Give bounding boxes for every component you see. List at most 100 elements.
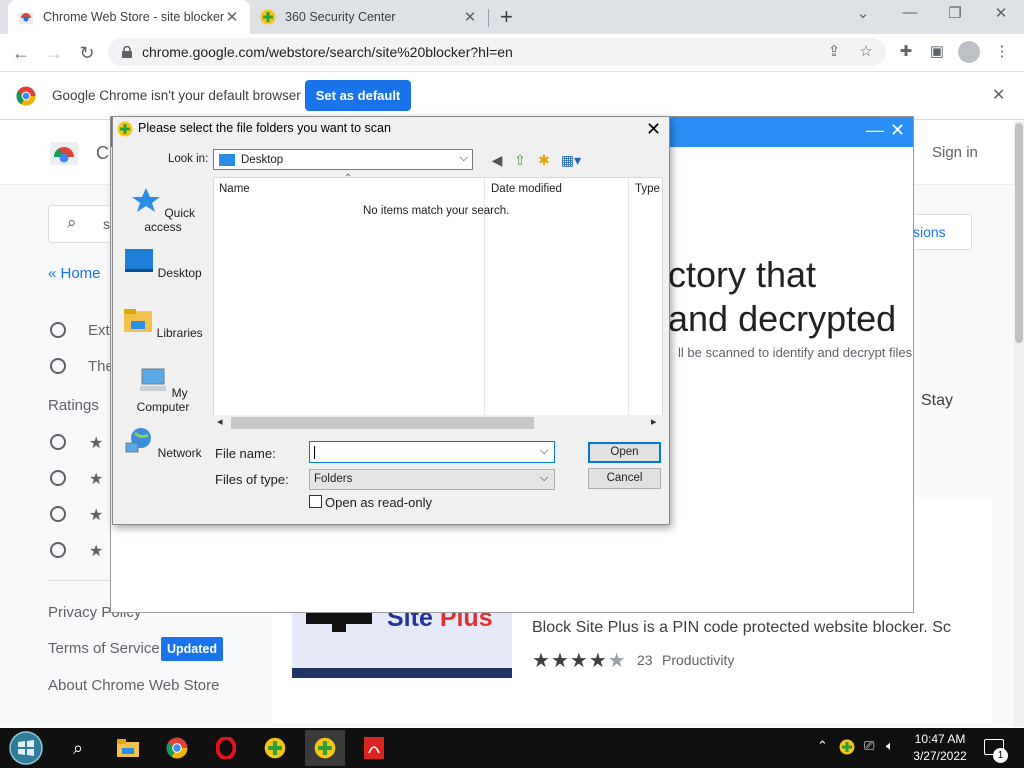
- about-webstore-link[interactable]: About Chrome Web Store: [48, 677, 219, 694]
- tab-title: Chrome Web Store - site blocker: [43, 10, 224, 24]
- opera-icon[interactable]: [206, 730, 246, 766]
- rating-star-icon: ★: [588, 650, 608, 672]
- place-my-computer[interactable]: My Computer: [118, 367, 208, 414]
- place-desktop[interactable]: Desktop: [118, 247, 208, 280]
- app360-minimize-icon[interactable]: —: [866, 120, 884, 141]
- back-nav-icon[interactable]: ◀: [488, 151, 506, 169]
- column-header-date-modified[interactable]: Date modified: [491, 183, 562, 195]
- files-of-type-select[interactable]: Folders: [309, 469, 555, 490]
- rating-star-icon: ★: [607, 650, 627, 672]
- network-globe-icon: [125, 428, 152, 453]
- computer-icon: [140, 368, 167, 391]
- side-panel-icon[interactable]: ▣: [926, 41, 948, 63]
- close-tab-icon[interactable]: ✕: [224, 8, 240, 26]
- set-as-default-button[interactable]: Set as default: [305, 80, 411, 111]
- restore-icon[interactable]: ❐: [940, 4, 970, 22]
- volume-icon[interactable]: 🔈︎: [886, 738, 894, 754]
- text-caret: [314, 446, 315, 460]
- open-button[interactable]: Open: [588, 442, 661, 463]
- filter-radio-extensions[interactable]: [50, 322, 66, 338]
- tab-search-icon[interactable]: ⌄: [848, 4, 878, 22]
- profile-avatar[interactable]: [958, 41, 980, 63]
- menu-kebab-icon[interactable]: ⋮: [991, 41, 1013, 63]
- tab-chrome-web-store[interactable]: Chrome Web Store - site blocker ✕: [8, 0, 250, 34]
- horizontal-scrollbar-thumb[interactable]: [231, 417, 534, 429]
- page-scrollbar-thumb[interactable]: [1015, 123, 1023, 343]
- extension-category: Productivity: [662, 652, 735, 668]
- search-icon[interactable]: ⌕: [58, 730, 98, 766]
- close-infobar-icon[interactable]: ✕: [992, 85, 1005, 105]
- close-tab-icon[interactable]: ✕: [462, 8, 478, 26]
- forward-icon[interactable]: →: [41, 40, 67, 66]
- bookmark-star-icon[interactable]: ☆: [855, 41, 877, 63]
- look-in-select[interactable]: Desktop ⌵: [213, 149, 473, 170]
- star-icon: ★: [89, 507, 104, 524]
- new-folder-icon[interactable]: ✱: [535, 151, 553, 169]
- show-hidden-icons-icon[interactable]: ⌃: [817, 738, 828, 754]
- banner-stripe: [292, 668, 512, 678]
- address-bar[interactable]: chrome.google.com/webstore/search/site%2…: [108, 38, 886, 66]
- place-network[interactable]: Network: [118, 427, 208, 460]
- cancel-button[interactable]: Cancel: [588, 468, 661, 489]
- 360-tray-icon[interactable]: [839, 739, 855, 758]
- file-name-input[interactable]: [309, 441, 555, 463]
- taskbar-clock[interactable]: 10:47 AM 3/27/2022: [908, 731, 972, 765]
- ratings-heading: Ratings: [48, 397, 99, 414]
- terms-of-service-link[interactable]: Terms of Service: [48, 640, 160, 657]
- 360-active-taskbar-icon[interactable]: [305, 730, 345, 766]
- place-quick-access[interactable]: Quick access: [118, 187, 208, 234]
- app360-heading-line2: and decrypted: [668, 298, 897, 339]
- minimize-icon[interactable]: —: [895, 4, 925, 21]
- lock-icon: [122, 46, 132, 58]
- reload-icon[interactable]: ↻: [74, 40, 100, 66]
- url-text: chrome.google.com/webstore/search/site%2…: [142, 44, 513, 60]
- chevron-down-icon[interactable]: ⌵: [540, 445, 548, 458]
- default-browser-infobar: Google Chrome isn't your default browser: [0, 72, 1024, 120]
- start-button[interactable]: [6, 730, 46, 766]
- sign-in-link[interactable]: Sign in: [932, 144, 978, 161]
- permissions-label: sions: [913, 224, 946, 240]
- filter-radio-themes[interactable]: [50, 358, 66, 374]
- 360-taskbar-icon[interactable]: [255, 730, 295, 766]
- place-libraries[interactable]: Libraries: [118, 307, 208, 340]
- pdf-reader-icon[interactable]: [354, 730, 394, 766]
- view-menu-icon[interactable]: ▦▾: [559, 151, 583, 169]
- rating-radio[interactable]: [50, 434, 66, 450]
- extensions-icon[interactable]: ✚: [895, 41, 917, 63]
- home-link[interactable]: « Home: [48, 265, 101, 282]
- network-tray-icon[interactable]: ⎚: [864, 738, 874, 754]
- files-of-type-label: Files of type:: [215, 472, 289, 487]
- places-bar: Quick access Desktop Libraries My Comput…: [118, 175, 208, 515]
- up-folder-icon[interactable]: ⇧: [511, 151, 529, 169]
- back-icon[interactable]: ←: [8, 40, 34, 66]
- windows-orb-icon: [9, 731, 43, 765]
- extension-description: Block Site Plus is a PIN code protected …: [532, 619, 951, 636]
- rating-radio[interactable]: [50, 470, 66, 486]
- scroll-left-icon[interactable]: ◂: [217, 415, 223, 428]
- rating-radio[interactable]: [50, 506, 66, 522]
- new-tab-icon[interactable]: +: [500, 4, 513, 30]
- rating-star-icon: ★: [569, 650, 589, 672]
- clock-time: 10:47 AM: [914, 732, 966, 746]
- tab-360-security-center[interactable]: 360 Security Center ✕: [250, 0, 488, 34]
- column-header-name[interactable]: Name: [219, 183, 250, 195]
- share-icon[interactable]: ⇪: [823, 41, 845, 63]
- scroll-right-icon[interactable]: ▸: [651, 415, 657, 428]
- libraries-folder-icon: [124, 309, 153, 332]
- rating-radio[interactable]: [50, 542, 66, 558]
- read-only-checkbox[interactable]: [309, 495, 322, 508]
- tab-divider: [488, 9, 489, 27]
- dialog-close-icon[interactable]: ✕: [646, 119, 661, 140]
- chevron-down-icon[interactable]: ⌵: [540, 472, 548, 485]
- star-icon: ★: [89, 471, 104, 488]
- app360-close-icon[interactable]: ✕: [890, 120, 905, 141]
- look-in-label: Look in:: [168, 153, 209, 165]
- close-window-icon[interactable]: ✕: [986, 4, 1016, 22]
- column-separator: [628, 177, 629, 415]
- file-explorer-icon[interactable]: [108, 730, 148, 766]
- rating-count: 23: [637, 652, 653, 668]
- column-header-type[interactable]: Type: [635, 183, 660, 195]
- chrome-taskbar-icon[interactable]: [157, 730, 197, 766]
- sort-ascending-icon: ⌃: [344, 173, 353, 184]
- webstore-title: C: [96, 143, 109, 163]
